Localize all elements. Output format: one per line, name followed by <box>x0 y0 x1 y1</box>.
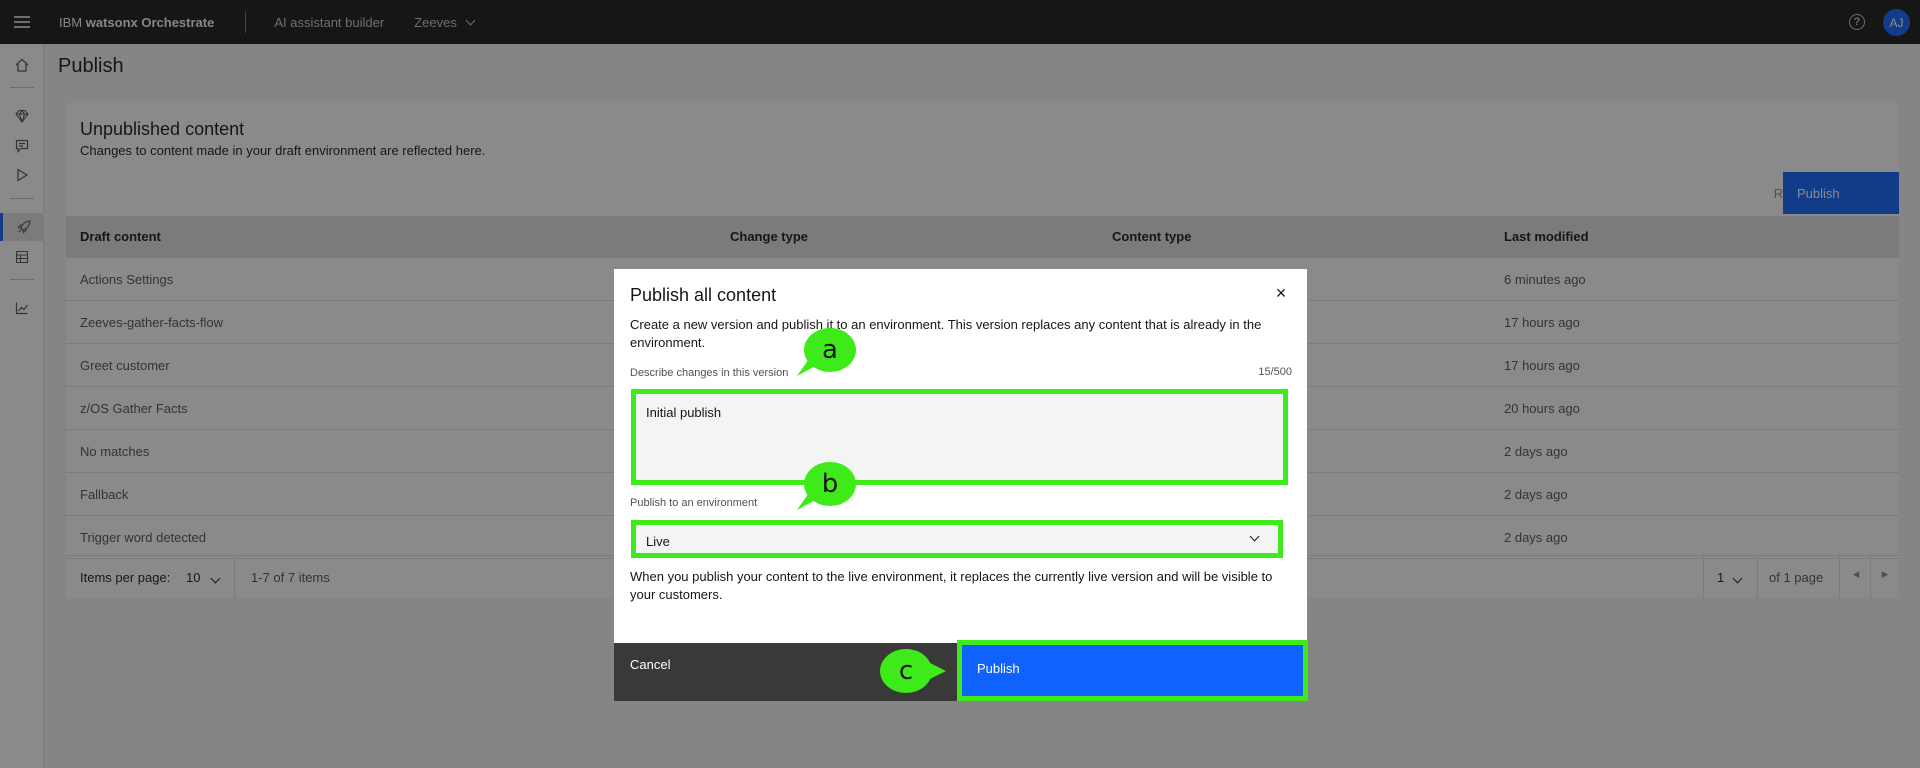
modal-footer: Cancel Publish <box>614 640 1308 701</box>
chevron-down-icon <box>1249 531 1260 542</box>
callout-tail <box>797 490 819 510</box>
callout-b: b <box>797 462 856 510</box>
callout-tail <box>924 660 946 682</box>
callout-a: a <box>797 328 856 376</box>
close-icon[interactable]: × <box>1269 281 1293 305</box>
publish-button[interactable]: Publish <box>957 640 1308 701</box>
modal-title: Publish all content <box>630 285 777 305</box>
publish-modal: Publish all content × Create a new versi… <box>614 269 1308 701</box>
modal-note: When you publish your content to the liv… <box>630 569 1273 602</box>
environment-select[interactable]: Live <box>631 520 1283 558</box>
modal-description: Create a new version and publish it to a… <box>630 317 1262 350</box>
callout-c: c <box>880 649 946 693</box>
character-counter: 15/500 <box>1258 366 1292 378</box>
environment-label: Publish to an environment <box>630 497 758 509</box>
environment-value: Live <box>646 534 670 549</box>
describe-changes-textarea[interactable]: Initial publish <box>631 389 1288 485</box>
describe-changes-label: Describe changes in this version <box>630 367 789 379</box>
callout-tail <box>797 356 819 376</box>
